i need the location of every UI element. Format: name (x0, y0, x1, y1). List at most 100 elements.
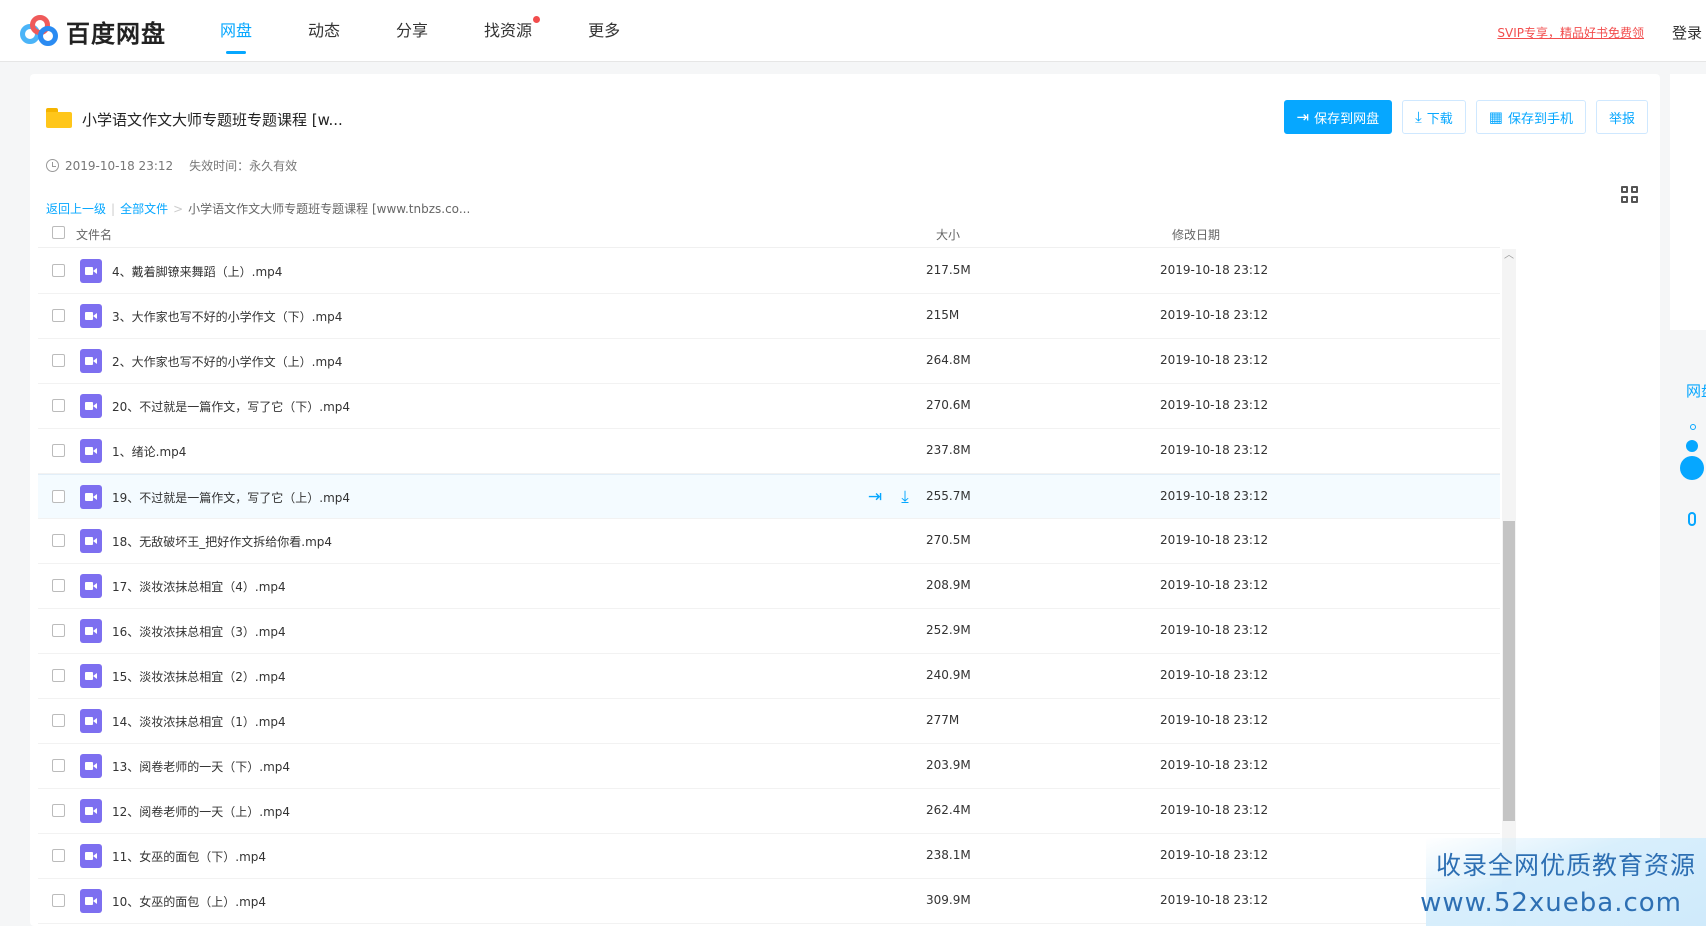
video-file-icon (80, 574, 102, 598)
nav-item-netdisk[interactable]: 网盘 (220, 0, 252, 62)
table-row[interactable]: 16、淡妆浓抹总相宜（3）.mp4 252.9M 2019-10-18 23:12 (38, 609, 1500, 654)
file-date: 2019-10-18 23:12 (1160, 398, 1269, 412)
video-file-icon (80, 619, 102, 643)
row-checkbox[interactable] (52, 804, 65, 817)
table-row[interactable]: 2、大作家也写不好的小学作文（上）.mp4 264.8M 2019-10-18 23… (38, 339, 1500, 384)
column-header-size[interactable]: 大小 (936, 226, 960, 243)
scrollbar-thumb[interactable] (1503, 521, 1515, 821)
download-button[interactable]: ⤓ 下载 (1402, 100, 1466, 134)
row-save-icon[interactable]: ⇥ (864, 486, 886, 508)
share-panel: 小学语文作文大师专题班专题课程 [w... 2019-10-18 23:12 失… (30, 74, 1660, 926)
file-name[interactable]: 13、阅卷老师的一天（下）.mp4 (112, 758, 290, 775)
breadcrumb-all-files[interactable]: 全部文件 (120, 200, 168, 217)
baidu-cloud-logo-icon (18, 14, 60, 48)
file-name[interactable]: 10、女巫的面包（上）.mp4 (112, 893, 266, 910)
nav-item-share[interactable]: 分享 (396, 0, 428, 62)
file-size: 270.5M (926, 533, 971, 547)
row-checkbox[interactable] (52, 759, 65, 772)
file-name[interactable]: 19、不过就是一篇作文，写了它（上）.mp4 (112, 489, 350, 506)
save-to-phone-button[interactable]: ▦ 保存到手机 (1475, 100, 1586, 134)
row-checkbox[interactable] (52, 444, 65, 457)
file-list: 4、戴着脚镣来舞蹈（上）.mp4 217.5M 2019-10-18 23:12 3、… (38, 249, 1500, 926)
video-file-icon (80, 664, 102, 688)
table-row[interactable]: 18、无敌破坏王_把好作文拆给你看.mp4 270.5M 2019-10-18 23… (38, 519, 1500, 564)
grid-view-icon[interactable] (1621, 186, 1638, 203)
share-created-time: 2019-10-18 23:12 (65, 158, 174, 173)
file-name[interactable]: 20、不过就是一篇作文，写了它（下）.mp4 (112, 398, 350, 415)
file-name[interactable]: 3、大作家也写不好的小学作文（下）.mp4 (112, 308, 342, 325)
nav-item-find-resources[interactable]: 找资源 (484, 0, 541, 62)
row-checkbox[interactable] (52, 534, 65, 547)
column-header-date[interactable]: 修改日期 (1172, 226, 1220, 243)
row-checkbox[interactable] (52, 490, 65, 503)
svip-promo-link[interactable]: SVIP专享，精品好书免费领 (1497, 24, 1644, 41)
file-date: 2019-10-18 23:12 (1160, 623, 1269, 637)
table-row[interactable]: 17、淡妆浓抹总相宜（4）.mp4 208.9M 2019-10-18 23:12 (38, 564, 1500, 609)
file-name[interactable]: 11、女巫的面包（下）.mp4 (112, 848, 266, 865)
file-name[interactable]: 4、戴着脚镣来舞蹈（上）.mp4 (112, 263, 282, 280)
file-date: 2019-10-18 23:12 (1160, 489, 1269, 503)
video-file-icon (80, 304, 102, 328)
file-name[interactable]: 2、大作家也写不好的小学作文（上）.mp4 (112, 353, 342, 370)
video-file-icon (80, 799, 102, 823)
share-title: 小学语文作文大师专题班专题课程 [w... (82, 111, 343, 129)
file-size: 255.7M (926, 489, 971, 503)
file-date: 2019-10-18 23:12 (1160, 443, 1269, 457)
table-row[interactable]: 15、淡妆浓抹总相宜（2）.mp4 240.9M 2019-10-18 23:12 (38, 654, 1500, 699)
nav-item-more[interactable]: 更多 (588, 0, 620, 62)
table-row[interactable]: 20、不过就是一篇作文，写了它（下）.mp4 270.6M 2019-10-18 2… (38, 384, 1500, 429)
table-row[interactable]: 14、淡妆浓抹总相宜（1）.mp4 277M 2019-10-18 23:12 (38, 699, 1500, 744)
breadcrumb-separator: | (111, 201, 116, 216)
row-checkbox[interactable] (52, 264, 65, 277)
download-label: 下载 (1426, 111, 1453, 127)
video-file-icon (80, 709, 102, 733)
table-row[interactable]: 1、绪论.mp4 237.8M 2019-10-18 23:12 (38, 429, 1500, 474)
row-checkbox[interactable] (52, 714, 65, 727)
breadcrumb: 返回上一级 | 全部文件 > 小学语文作文大师专题班专题课程 [www.tnbz… (46, 200, 470, 217)
clock-icon (46, 159, 59, 172)
main-nav: 网盘 动态 分享 找资源 更多 (220, 0, 676, 62)
watermark-line-2: www.52xueba.com (1420, 888, 1682, 918)
breadcrumb-back[interactable]: 返回上一级 (46, 200, 106, 217)
file-date: 2019-10-18 23:12 (1160, 533, 1269, 547)
logo[interactable]: 百度网盘 (18, 14, 166, 48)
row-download-icon[interactable]: ⤓ (894, 486, 916, 508)
table-row[interactable]: 3、大作家也写不好的小学作文（下）.mp4 215M 2019-10-18 23:1… (38, 294, 1500, 339)
qr-phone-icon: ▦ (1488, 107, 1503, 126)
report-button[interactable]: 举报 (1595, 100, 1648, 134)
file-name[interactable]: 14、淡妆浓抹总相宜（1）.mp4 (112, 713, 286, 730)
file-name[interactable]: 17、淡妆浓抹总相宜（4）.mp4 (112, 578, 286, 595)
save-to-disk-icon: ⇥ (1296, 107, 1310, 126)
table-header: 文件名 大小 修改日期 (38, 218, 1500, 248)
row-checkbox[interactable] (52, 354, 65, 367)
table-row[interactable]: 10、女巫的面包（上）.mp4 309.9M 2019-10-18 23:12 (38, 879, 1500, 924)
file-name[interactable]: 15、淡妆浓抹总相宜（2）.mp4 (112, 668, 286, 685)
video-file-icon (80, 844, 102, 868)
login-link[interactable]: 登录 (1672, 22, 1702, 43)
column-header-name[interactable]: 文件名 (76, 226, 112, 243)
row-checkbox[interactable] (52, 579, 65, 592)
select-all-checkbox[interactable] (52, 226, 65, 239)
row-checkbox[interactable] (52, 309, 65, 322)
row-checkbox[interactable] (52, 849, 65, 862)
table-row[interactable]: 13、阅卷老师的一天（下）.mp4 203.9M 2019-10-18 23:12 (38, 744, 1500, 789)
scroll-up-arrow-icon[interactable]: ︿ (1502, 249, 1516, 263)
row-checkbox[interactable] (52, 399, 65, 412)
save-to-disk-button[interactable]: ⇥ 保存到网盘 (1283, 100, 1393, 134)
row-checkbox[interactable] (52, 624, 65, 637)
scrollbar[interactable]: ︿ (1502, 249, 1516, 926)
row-checkbox[interactable] (52, 669, 65, 682)
row-checkbox[interactable] (52, 894, 65, 907)
nav-item-activity[interactable]: 动态 (308, 0, 340, 62)
file-size: 237.8M (926, 443, 971, 457)
file-name[interactable]: 12、阅卷老师的一天（上）.mp4 (112, 803, 290, 820)
top-bar: 百度网盘 网盘 动态 分享 找资源 更多 SVIP专享，精品好书免费领 登录 (0, 0, 1706, 62)
file-name[interactable]: 18、无敌破坏王_把好作文拆给你看.mp4 (112, 533, 332, 550)
table-row[interactable]: 11、女巫的面包（下）.mp4 238.1M 2019-10-18 23:12 (38, 834, 1500, 879)
video-file-icon (80, 349, 102, 373)
table-row[interactable]: 12、阅卷老师的一天（上）.mp4 262.4M 2019-10-18 23:12 (38, 789, 1500, 834)
table-row[interactable]: 19、不过就是一篇作文，写了它（上）.mp4 255.7M 2019-10-18 2… (38, 474, 1500, 519)
file-name[interactable]: 1、绪论.mp4 (112, 443, 186, 460)
file-name[interactable]: 16、淡妆浓抹总相宜（3）.mp4 (112, 623, 286, 640)
table-row[interactable]: 4、戴着脚镣来舞蹈（上）.mp4 217.5M 2019-10-18 23:12 (38, 249, 1500, 294)
